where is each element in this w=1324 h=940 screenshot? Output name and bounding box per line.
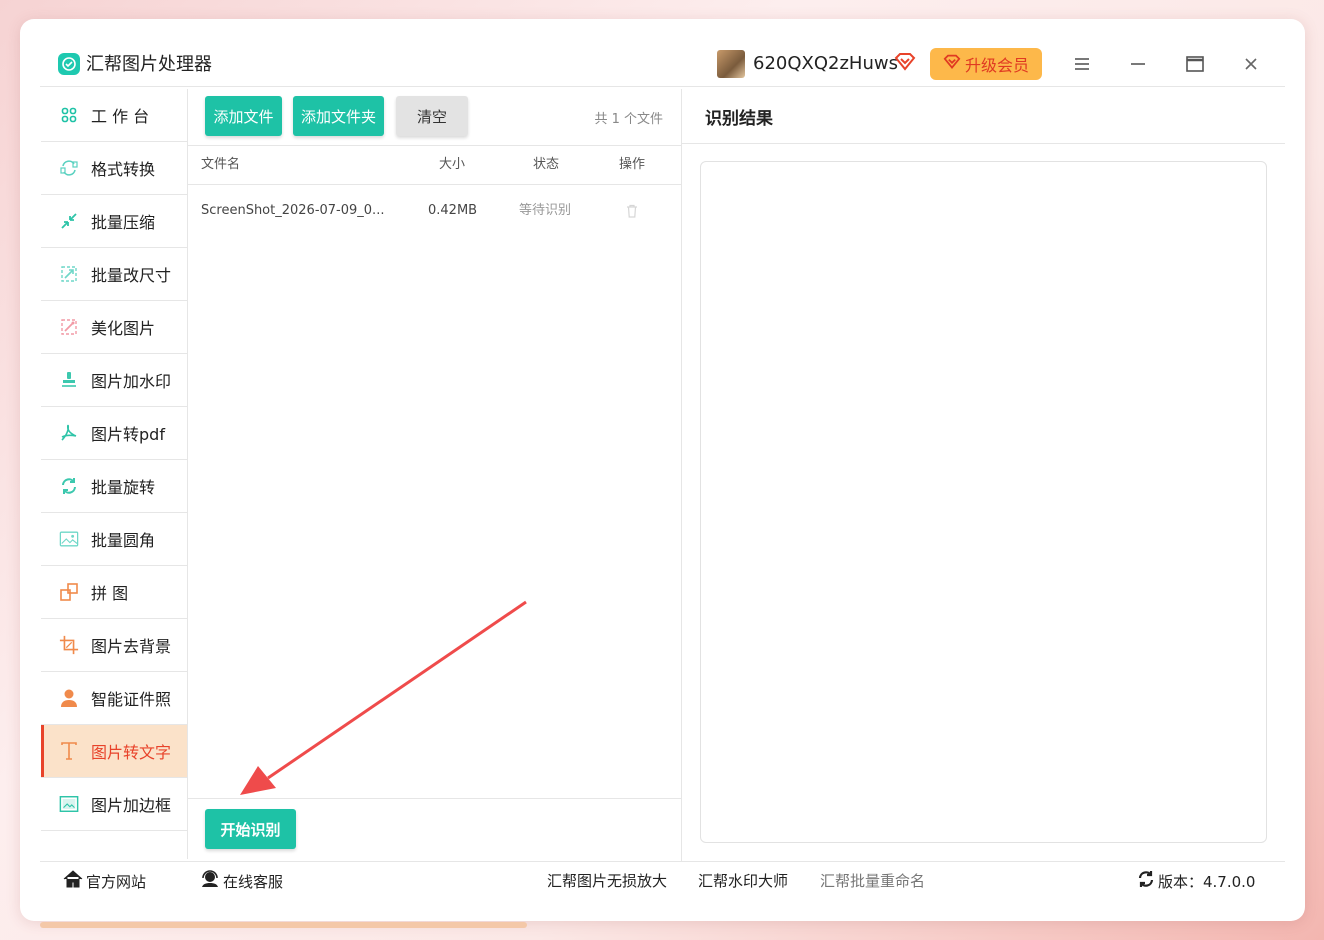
beautify-icon: [59, 317, 79, 337]
col-header-name: 文件名: [201, 157, 241, 172]
diamond-icon: [943, 54, 961, 74]
footer-bar: 官方网站 在线客服 汇帮图片无损放大 汇帮水印大师 汇帮批量重命名 版本：4.7…: [40, 861, 1285, 921]
rotate-icon: [59, 476, 79, 496]
file-count: 共 1 个文件: [594, 112, 663, 127]
file-status-cell: 等待识别: [519, 203, 572, 218]
vip-diamond-icon: [894, 52, 916, 76]
menu-icon[interactable]: [1071, 53, 1093, 75]
sidebar-item-batch-compress[interactable]: 批量压缩: [41, 195, 187, 248]
sidebar-item-label: 图片转文字: [91, 743, 172, 762]
online-service-label: 在线客服: [223, 873, 284, 891]
avatar[interactable]: [717, 50, 745, 78]
sidebar-item-watermark[interactable]: 图片加水印: [41, 354, 187, 407]
sidebar-item-id-photo[interactable]: 智能证件照: [41, 672, 187, 725]
sidebar-item-label: 图片去背景: [91, 637, 172, 656]
sidebar-item-label: 图片转pdf: [91, 425, 165, 444]
sidebar: 工 作 台 格式转换 批量压缩 批量改尺寸 美化图片 图片加水印 图片转pdf: [41, 89, 188, 859]
upgrade-label: 升级会员: [964, 56, 1029, 75]
sidebar-item-to-pdf[interactable]: 图片转pdf: [41, 407, 187, 460]
headset-icon: [200, 870, 220, 894]
sidebar-item-label: 图片加水印: [91, 372, 172, 391]
file-panel-divider: [188, 798, 681, 799]
sidebar-item-format-convert[interactable]: 格式转换: [41, 142, 187, 195]
sidebar-item-add-border[interactable]: 图片加边框: [41, 778, 187, 831]
person-icon: [59, 688, 79, 708]
pdf-icon: [59, 423, 79, 443]
convert-icon: [59, 158, 79, 178]
add-folder-button[interactable]: 添加文件夹: [293, 96, 384, 136]
sidebar-item-label: 批量旋转: [91, 478, 156, 497]
sidebar-item-batch-resize[interactable]: 批量改尺寸: [41, 248, 187, 301]
sidebar-item-label: 美化图片: [91, 319, 156, 338]
table-row[interactable]: ScreenShot_2026-07-09_0... 0.42MB 等待识别: [188, 192, 681, 230]
close-icon[interactable]: [1240, 53, 1262, 75]
grid-icon: [59, 105, 79, 125]
decorative-bar: [40, 922, 527, 928]
file-panel: 添加文件 添加文件夹 清空 共 1 个文件 文件名 大小 状态 操作 Scree…: [188, 89, 682, 861]
trash-icon[interactable]: [626, 204, 638, 222]
official-site-label: 官方网站: [86, 873, 147, 891]
upgrade-vip-button[interactable]: 升级会员: [930, 48, 1042, 80]
titlebar-divider: [40, 86, 1285, 87]
clear-button[interactable]: 清空: [396, 96, 468, 136]
app-logo-icon: [58, 53, 80, 75]
file-size-cell: 0.42MB: [428, 203, 478, 218]
sidebar-item-beautify[interactable]: 美化图片: [41, 301, 187, 354]
frame-icon: [59, 794, 79, 814]
footer-link-rename[interactable]: 汇帮批量重命名: [820, 870, 925, 892]
col-header-size: 大小: [439, 157, 466, 172]
username[interactable]: 620QXQ2zHuws: [753, 51, 898, 77]
table-header: 文件名 大小 状态 操作: [188, 146, 681, 185]
resize-icon: [59, 264, 79, 284]
sidebar-item-workbench[interactable]: 工 作 台: [41, 89, 187, 142]
file-toolbar: 添加文件 添加文件夹 清空 共 1 个文件: [188, 89, 681, 146]
compress-icon: [59, 211, 79, 231]
sidebar-item-label: 图片加边框: [91, 796, 172, 815]
sidebar-item-remove-bg[interactable]: 图片去背景: [41, 619, 187, 672]
col-header-status: 状态: [533, 157, 560, 172]
sidebar-item-label: 拼 图: [91, 584, 129, 603]
version-info: 版本：4.7.0.0: [1137, 870, 1255, 894]
result-divider: [682, 143, 1285, 144]
minimize-icon[interactable]: [1127, 53, 1149, 75]
file-name-cell: ScreenShot_2026-07-09_0...: [201, 203, 385, 218]
online-service-link[interactable]: 在线客服: [200, 870, 283, 894]
result-title: 识别结果: [705, 109, 773, 129]
sidebar-item-collage[interactable]: 拼 图: [41, 566, 187, 619]
watermark-icon: [59, 370, 79, 390]
collage-icon: [59, 582, 79, 602]
maximize-icon[interactable]: [1184, 53, 1206, 75]
add-file-button[interactable]: 添加文件: [205, 96, 282, 136]
app-title: 汇帮图片处理器: [86, 54, 212, 75]
sidebar-item-label: 工 作 台: [91, 107, 150, 126]
start-recognition-button[interactable]: 开始识别: [205, 809, 296, 849]
sidebar-item-label: 批量改尺寸: [91, 266, 172, 285]
home-icon: [63, 870, 83, 894]
title-bar: 汇帮图片处理器 620QXQ2zHuws 升级会员: [20, 19, 1305, 89]
sidebar-item-round-corner[interactable]: 批量圆角: [41, 513, 187, 566]
footer-link-upscale[interactable]: 汇帮图片无损放大: [547, 870, 667, 892]
sidebar-item-image-to-text[interactable]: 图片转文字: [41, 725, 187, 778]
footer-link-watermark[interactable]: 汇帮水印大师: [698, 870, 788, 892]
text-icon: [59, 741, 79, 761]
round-corner-icon: [59, 529, 79, 549]
col-header-action: 操作: [619, 157, 646, 172]
app-window: 汇帮图片处理器 620QXQ2zHuws 升级会员 工 作 台 格式转换 批量压…: [20, 19, 1305, 921]
sidebar-item-label: 格式转换: [91, 160, 156, 179]
refresh-icon: [1137, 870, 1155, 894]
sidebar-item-label: 批量圆角: [91, 531, 156, 550]
crop-icon: [59, 635, 79, 655]
result-text-area[interactable]: [700, 161, 1267, 843]
sidebar-item-label: 批量压缩: [91, 213, 156, 232]
version-label: 版本：4.7.0.0: [1158, 873, 1256, 891]
official-site-link[interactable]: 官方网站: [63, 870, 146, 894]
sidebar-item-batch-rotate[interactable]: 批量旋转: [41, 460, 187, 513]
sidebar-item-label: 智能证件照: [91, 690, 172, 709]
